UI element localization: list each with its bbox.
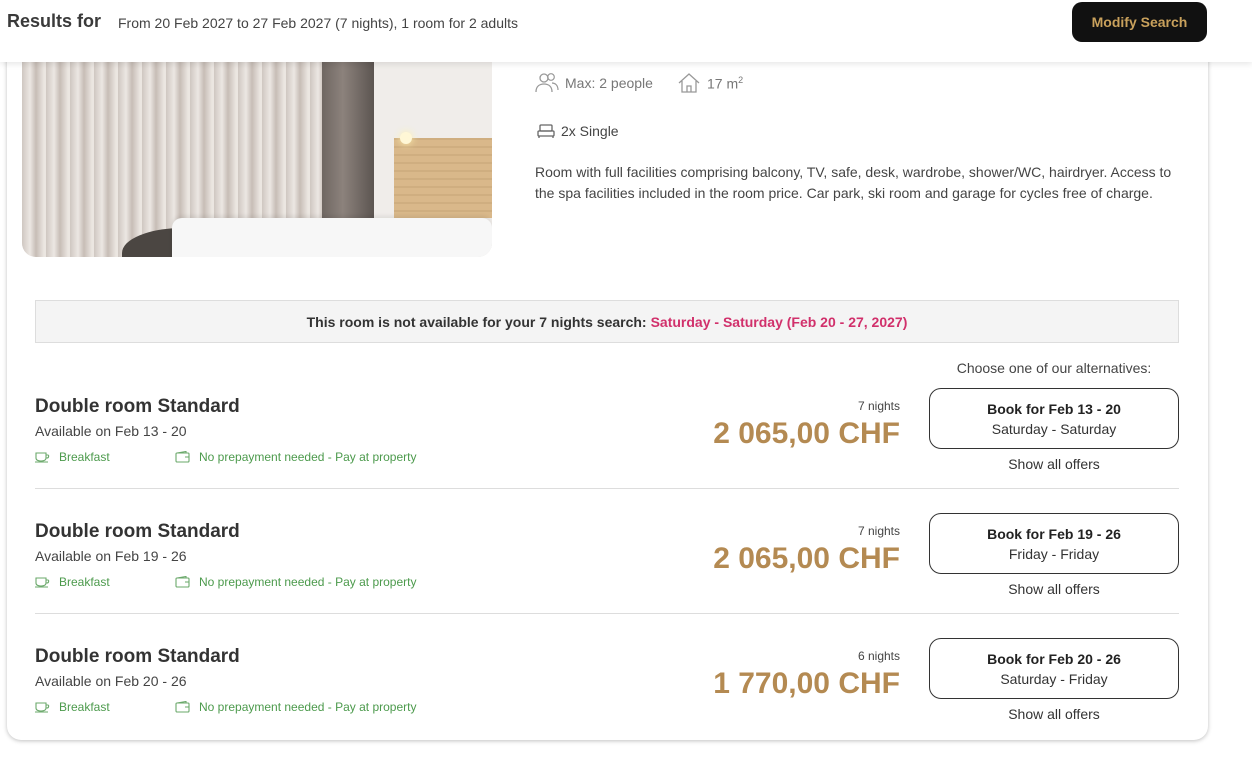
breakfast-label: Breakfast xyxy=(59,450,110,464)
book-button-dates: Book for Feb 13 - 20 xyxy=(987,400,1121,417)
bed-label: 2x Single xyxy=(561,123,619,139)
bed-info: 2x Single xyxy=(537,123,619,139)
book-button-days: Saturday - Friday xyxy=(1000,670,1108,687)
bed xyxy=(172,218,492,257)
show-all-offers-link[interactable]: Show all offers xyxy=(929,456,1179,472)
offer-price: 1 770,00 CHF xyxy=(713,667,900,700)
wallet-icon xyxy=(175,451,190,463)
breakfast-feature: Breakfast xyxy=(35,450,110,464)
people-icon xyxy=(535,73,559,93)
room-size: 17 m2 xyxy=(677,72,743,94)
bed-icon xyxy=(537,124,555,138)
max-people: Max: 2 people xyxy=(535,72,653,94)
book-button-dates: Book for Feb 19 - 26 xyxy=(987,525,1121,542)
prepayment-feature: No prepayment needed - Pay at property xyxy=(175,575,416,589)
offer-row: Double room Standard Available on Feb 20… xyxy=(35,638,1179,769)
offer-nights: 6 nights xyxy=(857,649,900,663)
offer-price: 2 065,00 CHF xyxy=(713,417,900,450)
headboard xyxy=(394,138,492,218)
breakfast-feature: Breakfast xyxy=(35,700,110,714)
results-title: Results for xyxy=(7,11,102,31)
breakfast-label: Breakfast xyxy=(59,575,110,589)
show-all-offers-link[interactable]: Show all offers xyxy=(929,581,1179,597)
prepayment-feature: No prepayment needed - Pay at property xyxy=(175,700,416,714)
breakfast-feature: Breakfast xyxy=(35,575,110,589)
wallet-icon xyxy=(175,576,190,588)
prepayment-feature: No prepayment needed - Pay at property xyxy=(175,450,416,464)
book-button-days: Friday - Friday xyxy=(1008,545,1100,562)
prepayment-label: No prepayment needed - Pay at property xyxy=(199,700,417,714)
house-icon xyxy=(678,73,700,93)
breakfast-label: Breakfast xyxy=(59,700,110,714)
max-people-label: Max: 2 people xyxy=(565,75,653,91)
search-summary: From 20 Feb 2027 to 27 Feb 2027 (7 night… xyxy=(118,15,518,31)
cup-icon xyxy=(35,452,50,463)
availability-notice: This room is not available for your 7 ni… xyxy=(35,300,1179,343)
offer-room-name: Double room Standard xyxy=(35,521,240,542)
modify-search-button[interactable]: Modify Search xyxy=(1072,2,1207,42)
offer-availability: Available on Feb 19 - 26 xyxy=(35,548,187,564)
room-size-label: 17 m2 xyxy=(707,74,744,92)
cup-icon xyxy=(35,702,50,713)
lamp xyxy=(400,132,412,144)
notice-highlight: Saturday - Saturday (Feb 20 - 27, 2027) xyxy=(650,313,908,330)
offer-availability: Available on Feb 13 - 20 xyxy=(35,423,187,439)
divider xyxy=(35,488,1179,489)
book-button[interactable]: Book for Feb 19 - 26 Friday - Friday xyxy=(929,513,1179,574)
results-header: Results for From 20 Feb 2027 to 27 Feb 2… xyxy=(0,0,1252,62)
prepayment-label: No prepayment needed - Pay at property xyxy=(199,575,417,589)
book-button-dates: Book for Feb 20 - 26 xyxy=(987,650,1121,667)
show-all-offers-link[interactable]: Show all offers xyxy=(929,706,1179,722)
offer-availability: Available on Feb 20 - 26 xyxy=(35,673,187,689)
offer-nights: 7 nights xyxy=(857,399,900,413)
alternatives-label: Choose one of our alternatives: xyxy=(956,360,1152,376)
offer-price: 2 065,00 CHF xyxy=(713,542,900,575)
book-button[interactable]: Book for Feb 20 - 26 Saturday - Friday xyxy=(929,638,1179,699)
prepayment-label: No prepayment needed - Pay at property xyxy=(199,450,417,464)
offer-row: Double room Standard Available on Feb 13… xyxy=(35,388,1179,519)
cup-icon xyxy=(35,577,50,588)
offer-room-name: Double room Standard xyxy=(35,646,240,667)
offer-nights: 7 nights xyxy=(857,524,900,538)
book-button[interactable]: Book for Feb 13 - 20 Saturday - Saturday xyxy=(929,388,1179,449)
room-photo[interactable] xyxy=(22,40,492,257)
offer-row: Double room Standard Available on Feb 19… xyxy=(35,513,1179,644)
wallet-icon xyxy=(175,701,190,713)
book-button-days: Saturday - Saturday xyxy=(991,420,1117,437)
divider xyxy=(35,613,1179,614)
offer-room-name: Double room Standard xyxy=(35,396,240,417)
room-description: Room with full facilities comprising bal… xyxy=(535,164,1172,201)
notice-text: This room is not available for your 7 ni… xyxy=(306,313,647,330)
